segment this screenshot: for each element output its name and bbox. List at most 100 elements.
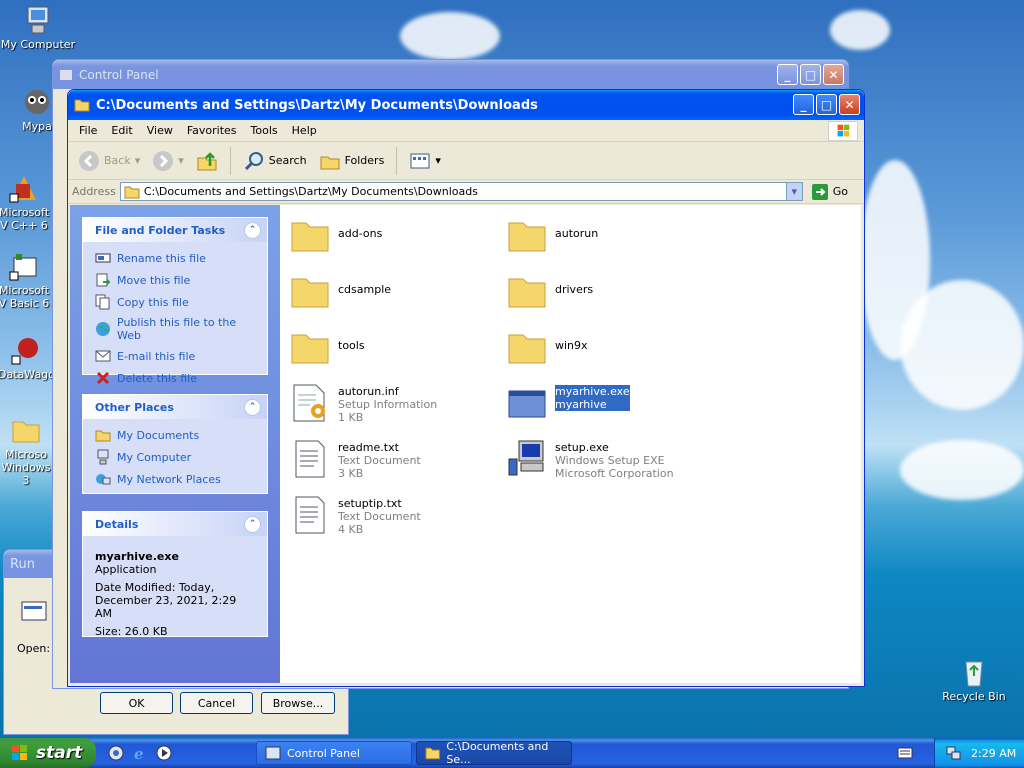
ok-button[interactable]: OK bbox=[100, 692, 173, 714]
quick-launch-icon[interactable] bbox=[108, 745, 124, 761]
forward-button[interactable]: ▾ bbox=[148, 148, 188, 174]
views-icon bbox=[410, 153, 430, 168]
folders-button[interactable]: Folders bbox=[315, 148, 389, 174]
file-view[interactable]: add-ons autorun cdsample drivers tools w… bbox=[280, 205, 861, 683]
clock[interactable]: 2:29 AM bbox=[971, 747, 1016, 760]
up-folder-button[interactable] bbox=[192, 148, 222, 174]
views-button[interactable]: ▾ bbox=[405, 148, 445, 174]
windows-logo-icon bbox=[12, 745, 27, 760]
control-panel-title-bar[interactable]: Control Panel bbox=[53, 60, 848, 89]
taskbar-item-explorer[interactable]: C:\Documents and Se... bbox=[416, 740, 572, 766]
svg-text:e: e bbox=[134, 745, 144, 761]
minimize-button[interactable]: _ bbox=[777, 64, 798, 85]
place-my-computer[interactable]: My Computer bbox=[83, 446, 267, 468]
datawago-icon bbox=[11, 338, 38, 365]
task-publish[interactable]: Publish this file to the Web bbox=[83, 313, 267, 345]
go-button[interactable]: Go bbox=[807, 181, 864, 203]
desktop-icon-visual-cpp[interactable]: Microsoft V C++ 6 bbox=[0, 172, 50, 232]
file-item[interactable]: cdsample bbox=[288, 269, 498, 313]
folders-icon bbox=[320, 156, 340, 169]
address-dropdown-icon[interactable]: ▾ bbox=[785, 183, 802, 200]
desktop-icon-visual-basic[interactable]: Microsoft V Basic 6 bbox=[0, 250, 50, 310]
desktop-icon-windows3[interactable]: Microso Windows 3 bbox=[0, 414, 54, 487]
file-item[interactable]: win9x bbox=[505, 325, 715, 369]
folder-icon bbox=[124, 186, 140, 198]
folder-icon bbox=[95, 430, 111, 442]
other-places-panel: Other Places ⌃ My Documents My Computer M… bbox=[82, 394, 268, 494]
task-email[interactable]: E-mail this file bbox=[83, 345, 267, 367]
place-my-documents[interactable]: My Documents bbox=[83, 424, 267, 446]
details-name: myarhive.exe bbox=[95, 550, 179, 563]
file-item[interactable]: autorun bbox=[505, 213, 715, 257]
collapse-chevron-icon[interactable]: ⌃ bbox=[244, 398, 261, 416]
toolbar: Back ▾ ▾ Search Folders ▾ bbox=[68, 142, 864, 180]
delete-icon bbox=[96, 371, 110, 385]
menu-help[interactable]: Help bbox=[285, 124, 324, 137]
file-folder-tasks-panel: File and Folder Tasks ⌃ Rename this file … bbox=[82, 217, 268, 385]
folder-icon bbox=[291, 222, 329, 252]
control-panel-icon bbox=[60, 69, 72, 80]
cancel-button[interactable]: Cancel bbox=[180, 692, 253, 714]
menu-favorites[interactable]: Favorites bbox=[180, 124, 244, 137]
menu-tools[interactable]: Tools bbox=[244, 124, 285, 137]
internet-explorer-icon[interactable]: e bbox=[132, 745, 148, 761]
address-input[interactable]: C:\Documents and Settings\Dartz\My Docum… bbox=[119, 182, 803, 201]
toolbar-separator bbox=[396, 146, 398, 175]
folder-icon bbox=[291, 278, 329, 308]
explorer-title-bar[interactable]: C:\Documents and Settings\Dartz\My Docum… bbox=[68, 90, 864, 120]
folder-icon bbox=[74, 99, 90, 112]
move-icon bbox=[96, 273, 111, 287]
copy-icon bbox=[95, 294, 110, 310]
menu-file[interactable]: File bbox=[72, 124, 104, 137]
file-item[interactable]: autorun.inf Setup Information 1 KB bbox=[288, 381, 498, 425]
place-my-network[interactable]: My Network Places bbox=[83, 468, 267, 490]
other-places-header[interactable]: Other Places ⌃ bbox=[83, 395, 267, 419]
explorer-window[interactable]: C:\Documents and Settings\Dartz\My Docum… bbox=[67, 89, 865, 687]
browse-button[interactable]: Browse... bbox=[261, 692, 335, 714]
folder-icon bbox=[12, 421, 40, 443]
back-button[interactable]: Back ▾ bbox=[74, 148, 144, 174]
text-document-icon bbox=[295, 440, 325, 478]
file-item[interactable]: setuptip.txt Text Document 4 KB bbox=[288, 493, 498, 537]
desktop-icon-recycle-bin[interactable]: Recycle Bin bbox=[934, 656, 1014, 703]
start-button[interactable]: start bbox=[0, 738, 96, 768]
desktop-icon-my-computer[interactable]: My Computer bbox=[0, 4, 78, 51]
desktop-icon-datawago[interactable]: DataWago bbox=[0, 334, 55, 381]
network-tray-icon[interactable] bbox=[945, 745, 961, 761]
computer-icon bbox=[97, 449, 109, 465]
close-button[interactable]: ✕ bbox=[839, 94, 860, 115]
open-label: Open: bbox=[17, 642, 51, 655]
taskbar-item-control-panel[interactable]: Control Panel bbox=[256, 741, 412, 765]
file-item-selected[interactable]: myarhive.exe myarhive bbox=[505, 381, 715, 425]
collapse-chevron-icon[interactable]: ⌃ bbox=[244, 221, 261, 239]
cloud bbox=[900, 440, 1024, 500]
task-move[interactable]: Move this file bbox=[83, 269, 267, 291]
collapse-chevron-icon[interactable]: ⌃ bbox=[244, 515, 261, 533]
maximize-button[interactable]: □ bbox=[816, 94, 837, 115]
windows-logo-icon bbox=[828, 120, 858, 141]
address-bar: Address C:\Documents and Settings\Dartz\… bbox=[68, 180, 864, 204]
file-item[interactable]: add-ons bbox=[288, 213, 498, 257]
details-header[interactable]: Details ⌃ bbox=[83, 512, 267, 536]
file-item[interactable]: tools bbox=[288, 325, 498, 369]
search-button[interactable]: Search bbox=[239, 148, 311, 174]
close-button[interactable]: ✕ bbox=[823, 64, 844, 85]
cloud bbox=[830, 10, 890, 50]
menu-edit[interactable]: Edit bbox=[104, 124, 139, 137]
toolbar-separator bbox=[229, 146, 231, 175]
file-item[interactable]: readme.txt Text Document 3 KB bbox=[288, 437, 498, 481]
file-item[interactable]: setup.exe Windows Setup EXE Microsoft Corp… bbox=[505, 437, 735, 481]
file-folder-tasks-header[interactable]: File and Folder Tasks ⌃ bbox=[83, 218, 267, 242]
keyboard-icon[interactable] bbox=[897, 747, 913, 759]
task-rename[interactable]: Rename this file bbox=[83, 247, 267, 269]
minimize-button[interactable]: _ bbox=[793, 94, 814, 115]
maximize-button[interactable]: □ bbox=[800, 64, 821, 85]
media-player-icon[interactable] bbox=[156, 745, 172, 761]
details-size: Size: 26.0 KB bbox=[95, 625, 168, 638]
menu-view[interactable]: View bbox=[140, 124, 180, 137]
task-copy[interactable]: Copy this file bbox=[83, 291, 267, 313]
file-item[interactable]: drivers bbox=[505, 269, 715, 313]
task-delete[interactable]: Delete this file bbox=[83, 367, 267, 389]
folder-icon bbox=[291, 334, 329, 364]
control-panel-icon bbox=[265, 746, 281, 760]
